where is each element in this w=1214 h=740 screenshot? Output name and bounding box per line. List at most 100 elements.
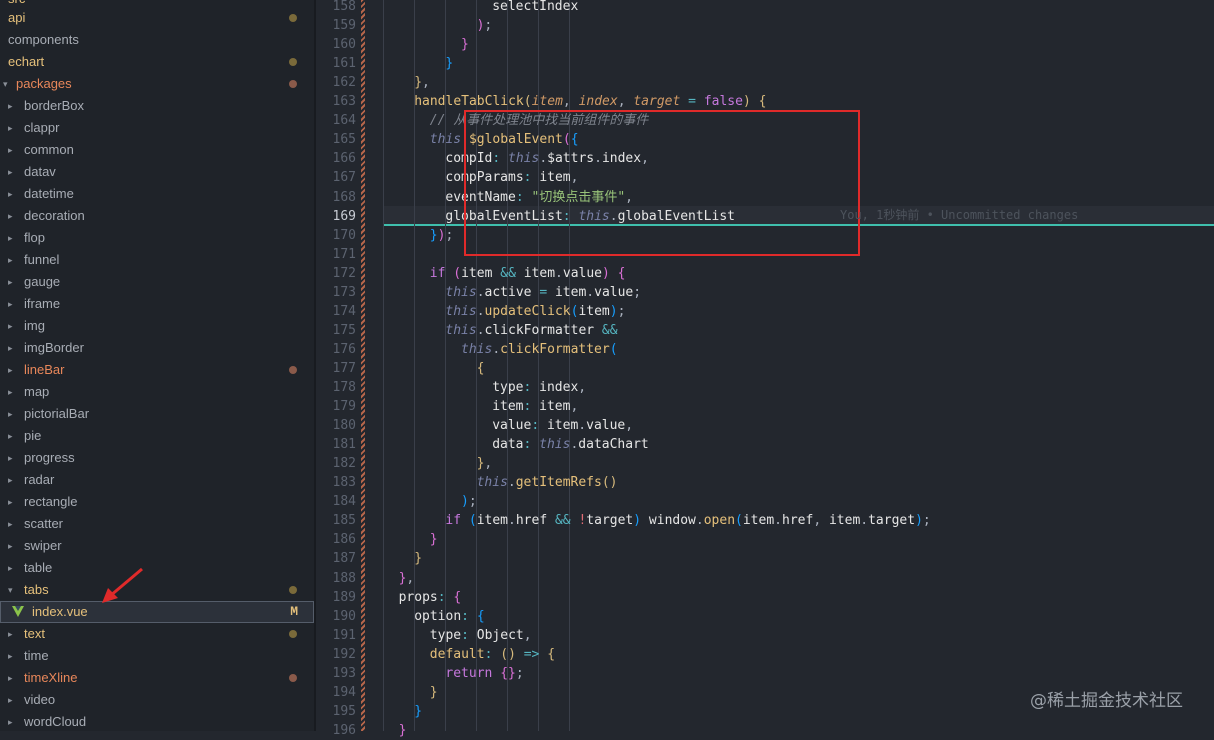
code-line[interactable]: 182}, (316, 454, 1214, 473)
tree-folder-item[interactable]: ▾ packages (0, 73, 314, 95)
chevron-right-icon[interactable]: ▸ (8, 315, 13, 337)
code-token: ; (617, 303, 626, 319)
chevron-right-icon[interactable]: ▸ (8, 337, 13, 359)
chevron-right-icon[interactable]: ▸ (8, 249, 13, 271)
code-line[interactable]: 187} (316, 549, 1214, 568)
tree-folder-item[interactable]: ▸ iframe (0, 293, 314, 315)
tree-folder-item[interactable]: ▸ decoration (0, 205, 314, 227)
code-line[interactable]: 172 if (item && item.value) { (316, 264, 1214, 283)
tree-folder-item[interactable]: ▸ rectangle (0, 491, 314, 513)
chevron-right-icon[interactable]: ▸ (8, 711, 13, 731)
tree-folder-item[interactable]: api (0, 7, 314, 29)
code-line[interactable]: 191 type: Object, (316, 626, 1214, 645)
tree-label: map (24, 384, 50, 399)
code-line[interactable]: 160} (316, 35, 1214, 54)
code-line[interactable]: 188}, (316, 569, 1214, 588)
chevron-right-icon[interactable]: ▸ (8, 557, 13, 579)
chevron-right-icon[interactable]: ▸ (8, 689, 13, 711)
chevron-right-icon[interactable]: ▸ (8, 535, 13, 557)
tree-folder-item[interactable]: ▸ wordCloud (0, 711, 314, 731)
tree-folder-item[interactable]: ▸ map (0, 381, 314, 403)
code-line[interactable]: 173 this.active = item.value; (316, 283, 1214, 302)
chevron-right-icon[interactable]: ▸ (8, 667, 13, 689)
code-line[interactable]: 176 this.clickFormatter( (316, 340, 1214, 359)
code-line[interactable]: 175 this.clickFormatter && (316, 321, 1214, 340)
tree-folder-item[interactable]: echart (0, 51, 314, 73)
chevron-right-icon[interactable]: ▸ (8, 359, 13, 381)
chevron-right-icon[interactable]: ▸ (8, 447, 13, 469)
chevron-right-icon[interactable]: ▸ (8, 403, 13, 425)
tree-folder-item[interactable]: components (0, 29, 314, 51)
chevron-right-icon[interactable]: ▸ (8, 183, 13, 205)
code-token: value (594, 284, 634, 300)
chevron-right-icon[interactable]: ▸ (8, 271, 13, 293)
tree-folder-item[interactable]: ▸ common (0, 139, 314, 161)
chevron-right-icon[interactable]: ▸ (8, 205, 13, 227)
code-line[interactable]: 163 handleTabClick(item, index, target = … (316, 92, 1214, 111)
chevron-right-icon[interactable]: ▸ (8, 161, 13, 183)
code-line[interactable]: 190 option: { (316, 607, 1214, 626)
code-line[interactable]: 196} (316, 721, 1214, 740)
tree-folder-item[interactable]: ▸ gauge (0, 271, 314, 293)
code-line[interactable]: 179 item: item, (316, 397, 1214, 416)
tree-folder-item[interactable]: ▸ lineBar (0, 359, 314, 381)
code-line[interactable]: 184); (316, 492, 1214, 511)
tree-folder-item[interactable]: ▸ borderBox (0, 95, 314, 117)
code-line[interactable]: 161} (316, 54, 1214, 73)
chevron-right-icon[interactable]: ▸ (8, 117, 13, 139)
tree-folder-item[interactable]: ▸ table (0, 557, 314, 579)
chevron-right-icon[interactable]: ▸ (8, 293, 13, 315)
chevron-down-icon[interactable]: ▾ (3, 73, 8, 95)
tree-folder-item[interactable]: ▾ tabs (0, 579, 314, 601)
tree-folder-item[interactable]: ▸ pictorialBar (0, 403, 314, 425)
code-line[interactable]: 158 selectIndex (316, 0, 1214, 16)
chevron-right-icon[interactable]: ▸ (8, 139, 13, 161)
tree-folder-item[interactable]: ▸ datav (0, 161, 314, 183)
tree-folder-item[interactable]: ▸ radar (0, 469, 314, 491)
tree-folder-item[interactable]: ▸ video (0, 689, 314, 711)
code-token: active (484, 284, 532, 300)
code-line[interactable]: 174 this.updateClick(item); (316, 302, 1214, 321)
chevron-down-icon[interactable]: ▾ (8, 579, 13, 601)
tree-folder-item[interactable]: ▸ swiper (0, 535, 314, 557)
chevron-right-icon[interactable]: ▸ (8, 95, 13, 117)
tree-folder-item[interactable]: ▸ pie (0, 425, 314, 447)
tree-file-item[interactable]: index.vue M (0, 601, 314, 623)
code-line[interactable]: 162}, (316, 73, 1214, 92)
code-line[interactable]: 181 data: this.dataChart (316, 435, 1214, 454)
tree-folder-item[interactable]: ▸ clappr (0, 117, 314, 139)
line-number: 179 (332, 399, 356, 415)
chevron-right-icon[interactable]: ▸ (8, 381, 13, 403)
code-line[interactable]: 189 props: { (316, 588, 1214, 607)
code-token: ; (515, 665, 524, 681)
tree-folder-item[interactable]: ▸ time (0, 645, 314, 667)
chevron-right-icon[interactable]: ▸ (8, 513, 13, 535)
tree-folder-item[interactable]: ▸ text (0, 623, 314, 645)
code-line[interactable]: 177 { (316, 359, 1214, 378)
tree-folder-item[interactable]: ▸ flop (0, 227, 314, 249)
code-line[interactable]: 186} (316, 530, 1214, 549)
tree-folder-item[interactable]: ▸ datetime (0, 183, 314, 205)
chevron-right-icon[interactable]: ▸ (8, 469, 13, 491)
tree-folder-item[interactable]: ▸ funnel (0, 249, 314, 271)
chevron-right-icon[interactable]: ▸ (8, 425, 13, 447)
code-text: type: index, (492, 378, 586, 397)
code-line[interactable]: 183 this.getItemRefs() (316, 473, 1214, 492)
code-line[interactable]: 180 value: item.value, (316, 416, 1214, 435)
code-line[interactable]: 178 type: index, (316, 378, 1214, 397)
chevron-right-icon[interactable]: ▸ (8, 623, 13, 645)
code-line[interactable]: 185 if (item.href && !target) window.open… (316, 511, 1214, 530)
tree-folder-item[interactable]: ▸ timeXline (0, 667, 314, 689)
chevron-right-icon[interactable]: ▸ (8, 227, 13, 249)
tree-folder-item[interactable]: ▸ progress (0, 447, 314, 469)
git-status-dot (289, 58, 297, 66)
chevron-right-icon[interactable]: ▸ (8, 491, 13, 513)
tree-folder-item[interactable]: ▸ imgBorder (0, 337, 314, 359)
tree-folder-item[interactable]: ▸ img (0, 315, 314, 337)
tree-folder-item[interactable]: ▸ scatter (0, 513, 314, 535)
code-line[interactable]: 159); (316, 16, 1214, 35)
code-line[interactable]: 192 default: () => { (316, 645, 1214, 664)
chevron-right-icon[interactable]: ▸ (8, 645, 13, 667)
code-line[interactable]: 193 return {}; (316, 664, 1214, 683)
tree-label: flop (24, 230, 45, 245)
